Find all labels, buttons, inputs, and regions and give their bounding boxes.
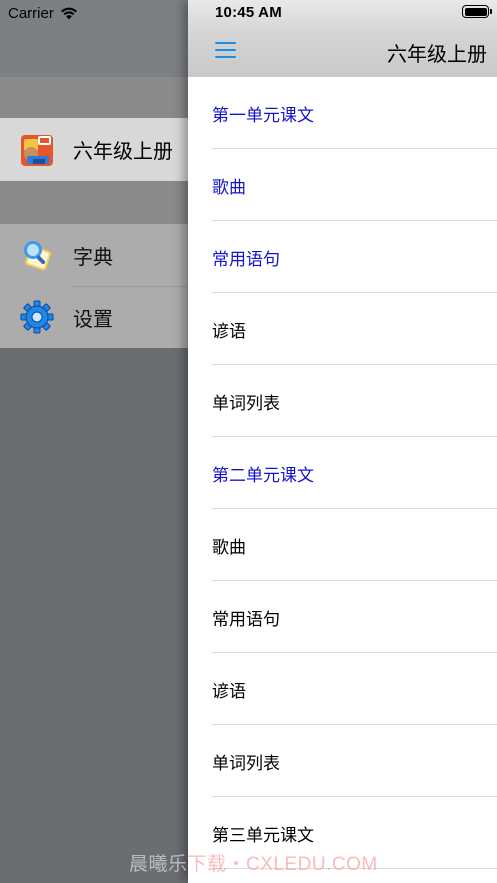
list-item-label: 歌曲 [212, 537, 246, 557]
page-title: 六年级上册 [387, 44, 487, 66]
drawer-item-label: 字典 [73, 246, 113, 269]
list-item-label: 常用语句 [212, 249, 280, 269]
list-item-label: 第一单元课文 [212, 105, 314, 125]
list-item[interactable]: 常用语句 [188, 221, 497, 293]
carrier-status: Carrier [8, 4, 78, 22]
battery-icon [462, 5, 492, 18]
list-item-label: 常用语句 [212, 609, 280, 629]
list-item-label: 谚语 [212, 321, 246, 341]
book-cover-icon [18, 131, 56, 169]
list-item[interactable]: 谚语 [188, 293, 497, 365]
watermark-text: 晨曦乐 [129, 854, 188, 875]
watermark-text: 下载・CXLEDU.COM [187, 854, 378, 875]
drawer-item-label: 设置 [73, 308, 113, 331]
status-time: 10:45 AM [215, 4, 282, 21]
list-item-label: 单词列表 [212, 753, 280, 773]
list-item[interactable]: 单词列表 [188, 725, 497, 797]
watermark: 晨曦乐下载・CXLEDU.COM [129, 849, 378, 876]
list-item[interactable]: 歌曲 [188, 509, 497, 581]
list-item[interactable]: 单词列表 [188, 365, 497, 437]
list-item-label: 单词列表 [212, 393, 280, 413]
wifi-icon [60, 7, 77, 19]
drawer-item-dictionary[interactable]: 字典 [0, 224, 188, 286]
list-item-label: 第二单元课文 [212, 465, 314, 485]
app-screen: Carrier 六年级上册 字典 设置 10:45 AM 六年级上册 第一单元课… [0, 0, 497, 883]
drawer-item-settings[interactable]: 设置 [0, 286, 188, 348]
list-item[interactable]: 歌曲 [188, 149, 497, 221]
list-item[interactable]: 第二单元课文 [188, 437, 497, 509]
drawer-spacer [0, 77, 188, 118]
side-drawer: Carrier 六年级上册 字典 设置 [0, 0, 188, 883]
navigation-bar: 10:45 AM 六年级上册 [188, 0, 497, 77]
dictionary-icon [18, 236, 56, 274]
lesson-list: 第一单元课文 歌曲 常用语句 谚语 单词列表 第二单元课文 歌曲 常用语句 谚语 单词列表 第三单元… [188, 77, 497, 869]
gear-icon [18, 298, 56, 336]
drawer-spacer [0, 181, 188, 224]
drawer-book-label: 六年级上册 [73, 141, 173, 163]
list-item[interactable]: 谚语 [188, 653, 497, 725]
list-item[interactable]: 常用语句 [188, 581, 497, 653]
drawer-menu: 字典 设置 [0, 224, 188, 348]
list-item[interactable]: 第一单元课文 [188, 77, 497, 149]
drawer-header: Carrier [0, 0, 188, 77]
list-item-label: 第三单元课文 [212, 825, 314, 845]
hamburger-menu-icon[interactable] [214, 39, 238, 59]
main-panel: 10:45 AM 六年级上册 第一单元课文 歌曲 常用语句 谚语 单词列表 第二单元课文歌… [188, 0, 497, 883]
list-item-label: 歌曲 [212, 177, 246, 197]
list-item-label: 谚语 [212, 681, 246, 701]
carrier-label: Carrier [8, 4, 54, 22]
drawer-book-item[interactable]: 六年级上册 [0, 118, 188, 181]
